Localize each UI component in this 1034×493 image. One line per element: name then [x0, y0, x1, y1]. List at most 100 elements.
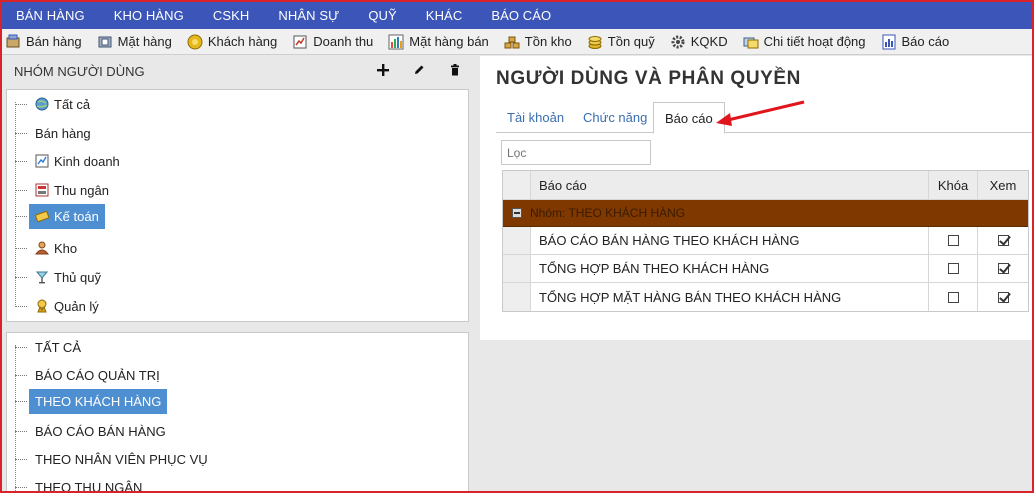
- menu-kho-hang[interactable]: KHO HÀNG: [114, 8, 184, 23]
- group-item-kinh-doanh[interactable]: Kinh doanh: [15, 151, 126, 171]
- report-icon: [881, 34, 897, 50]
- left-column: NHÓM NGƯỜI DÙNG Tất cả Bán hàng Kinh doa…: [2, 56, 472, 493]
- filter-input[interactable]: [501, 140, 651, 165]
- user-groups-tree: Tất cả Bán hàng Kinh doanh Thu ngân Kế t…: [6, 89, 469, 322]
- menu-ban-hang[interactable]: BÁN HÀNG: [16, 8, 85, 23]
- report-group-label: THEO NHÂN VIÊN PHỤC VỤ: [35, 451, 208, 467]
- globe-icon: [35, 97, 49, 111]
- bar-chart-icon: [388, 34, 404, 50]
- report-group-label: TẤT CẢ: [35, 339, 81, 355]
- add-group-button[interactable]: [374, 61, 392, 79]
- report-name-cell: TỔNG HỢP BÁN THEO KHÁCH HÀNG: [531, 255, 929, 282]
- toolbar-kqkd[interactable]: KQKD: [670, 34, 728, 50]
- lock-checkbox[interactable]: [947, 291, 959, 303]
- revenue-icon: [292, 34, 308, 50]
- toolbar-chi-tiet-hoat-dong[interactable]: Chi tiết hoạt động: [743, 34, 866, 50]
- lock-checkbox[interactable]: [947, 235, 959, 246]
- accounting-icon: [35, 209, 49, 223]
- toolbar-label: Chi tiết hoạt động: [763, 34, 866, 49]
- toolbar-khach-hang[interactable]: Khách hàng: [187, 34, 277, 50]
- toolbar-ton-kho[interactable]: Tồn kho: [504, 34, 572, 50]
- view-checkbox[interactable]: [997, 263, 1009, 274]
- toolbar-label: Mặt hàng bán: [409, 34, 489, 49]
- view-checkbox[interactable]: [997, 291, 1009, 303]
- group-label: Bán hàng: [35, 125, 91, 141]
- customer-icon: [187, 34, 203, 50]
- table-row[interactable]: TỔNG HỢP MẶT HÀNG BÁN THEO KHÁCH HÀNG: [503, 283, 1028, 311]
- report-group-tat-ca[interactable]: TẤT CẢ: [15, 337, 87, 357]
- grid-header-spacer: [503, 171, 531, 199]
- grid-group-row[interactable]: Nhóm: THEO KHÁCH HÀNG: [503, 200, 1028, 227]
- cashier-icon: [35, 183, 49, 197]
- top-menu-bar: BÁN HÀNG KHO HÀNG CSKH NHÂN SỰ QUỸ KHÁC …: [2, 2, 1032, 29]
- view-checkbox[interactable]: [997, 235, 1009, 246]
- report-group-bao-cao-quan-tri[interactable]: BÁO CÁO QUẢN TRỊ: [15, 365, 166, 385]
- app-frame: BÁN HÀNG KHO HÀNG CSKH NHÂN SỰ QUỸ KHÁC …: [0, 0, 1034, 493]
- report-group-theo-nhan-vien-phuc-vu[interactable]: THEO NHÂN VIÊN PHỤC VỤ: [15, 449, 214, 469]
- group-item-thu-ngan[interactable]: Thu ngân: [15, 180, 115, 200]
- report-name-cell: BÁO CÁO BÁN HÀNG THEO KHÁCH HÀNG: [531, 227, 929, 254]
- tab-tai-khoan[interactable]: Tài khoản: [496, 102, 575, 133]
- report-name-cell: TỔNG HỢP MẶT HÀNG BÁN THEO KHÁCH HÀNG: [531, 283, 929, 311]
- column-header-bao-cao[interactable]: Báo cáo: [531, 171, 929, 199]
- report-group-bao-cao-ban-hang[interactable]: BÁO CÁO BÁN HÀNG: [15, 421, 172, 441]
- report-permissions-grid: Báo cáo Khóa Xem Nhóm: THEO KHÁCH HÀNG B…: [502, 170, 1029, 312]
- delete-group-button[interactable]: [446, 61, 464, 79]
- group-item-tat-ca[interactable]: Tất cả: [15, 94, 96, 114]
- lock-checkbox[interactable]: [947, 263, 959, 274]
- group-item-ban-hang[interactable]: Bán hàng: [15, 123, 97, 143]
- product-icon: [97, 34, 113, 50]
- activity-icon: [743, 34, 759, 50]
- toolbar-label: Doanh thu: [313, 34, 374, 49]
- tab-chuc-nang[interactable]: Chức năng: [572, 102, 658, 133]
- menu-khac[interactable]: KHÁC: [426, 8, 463, 23]
- user-groups-header: NHÓM NGƯỜI DÙNG: [2, 56, 472, 86]
- sales-icon: [5, 34, 21, 50]
- group-label: Quản lý: [54, 298, 99, 314]
- gear-icon: [670, 34, 686, 50]
- toolbar-mat-hang[interactable]: Mặt hàng: [97, 34, 172, 50]
- group-item-ke-toan[interactable]: Kế toán: [15, 203, 105, 229]
- edit-group-button[interactable]: [410, 61, 428, 79]
- group-label: Kế toán: [54, 208, 99, 224]
- report-group-label: BÁO CÁO QUẢN TRỊ: [35, 367, 160, 383]
- report-group-theo-thu-ngan[interactable]: THEO THU NGÂN: [15, 477, 148, 493]
- report-group-theo-khach-hang[interactable]: THEO KHÁCH HÀNG: [15, 388, 168, 414]
- group-label: Tất cả: [54, 96, 91, 112]
- group-item-kho[interactable]: Kho: [15, 238, 83, 258]
- menu-nhan-su[interactable]: NHÂN SỰ: [278, 8, 339, 23]
- toolbar-label: Báo cáo: [901, 34, 950, 49]
- group-label: Thủ quỹ: [54, 269, 101, 285]
- report-group-label: THEO THU NGÂN: [35, 479, 143, 493]
- toolbar-label: Bán hàng: [26, 34, 82, 49]
- table-row[interactable]: BÁO CÁO BÁN HÀNG THEO KHÁCH HÀNG: [503, 227, 1028, 255]
- user-groups-title: NHÓM NGƯỜI DÙNG: [14, 63, 145, 79]
- menu-cskh[interactable]: CSKH: [213, 8, 250, 23]
- page-title: NGƯỜI DÙNG VÀ PHÂN QUYỀN: [496, 68, 802, 89]
- menu-bao-cao[interactable]: BÁO CÁO: [491, 8, 551, 23]
- toolbar-label: Tồn kho: [524, 34, 572, 49]
- column-header-xem[interactable]: Xem: [978, 171, 1028, 199]
- toolbar-label: Tồn quỹ: [607, 34, 655, 49]
- toolbar-bao-cao[interactable]: Báo cáo: [881, 34, 950, 50]
- toolbar: Bán hàng Mặt hàng Khách hàng Doanh thu M…: [2, 29, 1032, 55]
- column-header-khoa[interactable]: Khóa: [929, 171, 978, 199]
- toolbar-label: KQKD: [690, 34, 728, 49]
- pencil-icon: [415, 65, 424, 74]
- table-row[interactable]: TỔNG HỢP BÁN THEO KHÁCH HÀNG: [503, 255, 1028, 283]
- toolbar-ban-hang[interactable]: Bán hàng: [5, 34, 82, 50]
- report-group-label: BÁO CÁO BÁN HÀNG: [35, 423, 166, 439]
- collapse-icon[interactable]: [512, 208, 522, 218]
- group-item-thu-quy[interactable]: Thủ quỹ: [15, 267, 107, 287]
- toolbar-label: Khách hàng: [207, 34, 278, 49]
- menu-quy[interactable]: QUỸ: [368, 8, 396, 23]
- group-label: Kho: [54, 240, 78, 256]
- toolbar-ton-quy[interactable]: Tồn quỹ: [587, 34, 655, 50]
- toolbar-doanh-thu[interactable]: Doanh thu: [292, 34, 373, 50]
- report-groups-tree: TẤT CẢ BÁO CÁO QUẢN TRỊ THEO KHÁCH HÀNG …: [6, 332, 469, 493]
- trash-icon: [451, 64, 459, 76]
- report-group-label: THEO KHÁCH HÀNG: [35, 393, 162, 409]
- group-item-quan-ly[interactable]: Quản lý: [15, 296, 105, 316]
- toolbar-mat-hang-ban[interactable]: Mặt hàng bán: [388, 34, 489, 50]
- annotation-arrow-icon: [716, 100, 805, 126]
